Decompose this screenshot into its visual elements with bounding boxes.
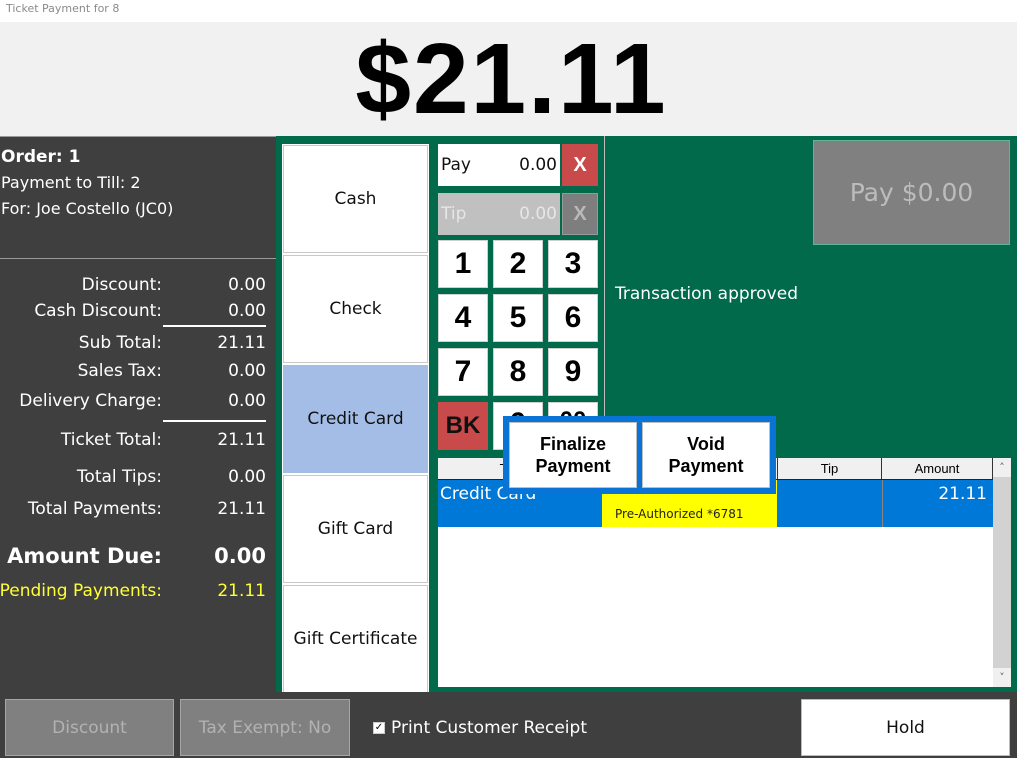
stat-label: Delivery Charge: <box>19 391 162 411</box>
keypad-key-4[interactable]: 4 <box>438 294 488 342</box>
pay-amount-field[interactable]: Pay 0.00 <box>438 144 560 186</box>
panel-divider <box>604 136 605 452</box>
bottom-bar: Discount Tax Exempt: No ✓ Print Customer… <box>0 692 1017 758</box>
tip-value: 0.00 <box>519 204 557 224</box>
stat-label: Total Tips: <box>76 467 162 487</box>
stat-pending-payments: Pending Payments: 21.11 <box>0 581 270 605</box>
keypad-key-8[interactable]: 8 <box>493 348 543 396</box>
stat-sales-tax: Sales Tax: 0.00 <box>0 361 270 385</box>
pay-value: 0.00 <box>519 155 557 175</box>
tip-amount-field[interactable]: Tip 0.00 <box>438 193 560 235</box>
tender-label: Cash <box>334 189 377 209</box>
stat-value: 0.00 <box>228 301 266 321</box>
stat-total-tips: Total Tips: 0.00 <box>0 467 270 491</box>
tender-gift-certificate-button[interactable]: Gift Certificate <box>282 584 429 694</box>
discount-button[interactable]: Discount <box>5 699 174 756</box>
keypad-key-3[interactable]: 3 <box>548 240 598 288</box>
cell-amount: 21.11 <box>882 480 993 527</box>
stat-label: Amount Due: <box>7 544 162 568</box>
scroll-down-icon[interactable]: ˅ <box>993 668 1011 687</box>
tender-check-button[interactable]: Check <box>282 254 429 364</box>
stat-value: 21.11 <box>217 581 266 601</box>
stat-value: 0.00 <box>228 361 266 381</box>
window-title: Ticket Payment for 8 <box>0 0 1017 22</box>
tender-label: Gift Certificate <box>293 629 418 649</box>
keypad-key-2[interactable]: 2 <box>493 240 543 288</box>
tender-credit-card-button[interactable]: Credit Card <box>282 364 429 474</box>
tender-label: Credit Card <box>307 409 404 429</box>
keypad-key-1[interactable]: 1 <box>438 240 488 288</box>
tender-label: Check <box>329 299 382 319</box>
print-receipt-checkbox[interactable]: ✓ <box>373 722 385 734</box>
stat-value: 0.00 <box>228 467 266 487</box>
stat-cash-discount: Cash Discount: 0.00 <box>0 301 270 325</box>
keypad-key-9[interactable]: 9 <box>548 348 598 396</box>
order-number: Order: 1 <box>1 147 81 167</box>
pay-button[interactable]: Pay $0.00 <box>813 140 1010 245</box>
keypad-key-7[interactable]: 7 <box>438 348 488 396</box>
stat-sub-total: Sub Total: 21.11 <box>0 333 270 357</box>
tip-label: Tip <box>441 204 467 224</box>
pay-label: Pay <box>441 155 471 175</box>
tax-exempt-button[interactable]: Tax Exempt: No <box>180 699 350 756</box>
stat-value: 21.11 <box>217 430 266 450</box>
clear-pay-button[interactable]: X <box>562 144 598 186</box>
stat-amount-due: Amount Due: 0.00 <box>0 544 270 568</box>
stat-delivery-charge: Delivery Charge: 0.00 <box>0 391 270 415</box>
grid-scrollbar[interactable]: ˄ ˅ <box>993 458 1011 687</box>
till-info: Payment to Till: 2 <box>1 173 141 192</box>
total-banner: $21.11 <box>0 22 1017 136</box>
total-amount-display: $21.11 <box>355 22 668 135</box>
column-header-tip[interactable]: Tip <box>777 458 882 479</box>
transaction-status: Transaction approved <box>615 284 798 304</box>
stat-value: 21.11 <box>217 499 266 519</box>
stat-value: 0.00 <box>214 544 266 568</box>
tender-cash-button[interactable]: Cash <box>282 144 429 254</box>
stat-value: 0.00 <box>228 391 266 411</box>
ticket-total-divider <box>163 420 266 422</box>
void-payment-button[interactable]: Void Payment <box>642 422 770 488</box>
finalize-payment-button[interactable]: Finalize Payment <box>509 422 637 488</box>
column-header-amount[interactable]: Amount <box>882 458 993 479</box>
stat-label: Cash Discount: <box>34 301 162 321</box>
clear-tip-button[interactable]: X <box>562 193 598 235</box>
stat-label: Sales Tax: <box>77 361 162 381</box>
keypad-key-5[interactable]: 5 <box>493 294 543 342</box>
tender-label: Gift Card <box>317 519 394 539</box>
stat-label: Ticket Total: <box>60 430 162 450</box>
keypad-backspace-key[interactable]: BK <box>438 402 488 450</box>
stat-label: Total Payments: <box>27 499 162 519</box>
payment-action-popup: Finalize Payment Void Payment <box>503 416 776 494</box>
hold-button[interactable]: Hold <box>801 699 1010 756</box>
scroll-up-icon[interactable]: ˄ <box>993 458 1011 477</box>
ticket-summary-panel: Order: 1 Payment to Till: 2 For: Joe Cos… <box>0 136 276 692</box>
stat-discount: Discount: 0.00 <box>0 275 270 299</box>
customer-info: For: Joe Costello (JC0) <box>1 199 174 218</box>
order-info: Order: 1 Payment to Till: 2 For: Joe Cos… <box>0 137 276 259</box>
subtotal-divider <box>163 325 266 327</box>
stat-label: Pending Payments: <box>0 581 162 601</box>
stat-label: Sub Total: <box>78 333 162 353</box>
tender-gift-card-button[interactable]: Gift Card <box>282 474 429 584</box>
stat-value: 0.00 <box>228 275 266 295</box>
keypad-key-6[interactable]: 6 <box>548 294 598 342</box>
stat-ticket-total: Ticket Total: 21.11 <box>0 430 270 454</box>
print-receipt-label: Print Customer Receipt <box>391 718 587 738</box>
cell-tip <box>777 480 882 527</box>
print-receipt-option[interactable]: ✓ Print Customer Receipt <box>373 718 587 738</box>
stat-total-payments: Total Payments: 21.11 <box>0 499 270 523</box>
stat-label: Discount: <box>81 275 162 295</box>
stat-value: 21.11 <box>217 333 266 353</box>
